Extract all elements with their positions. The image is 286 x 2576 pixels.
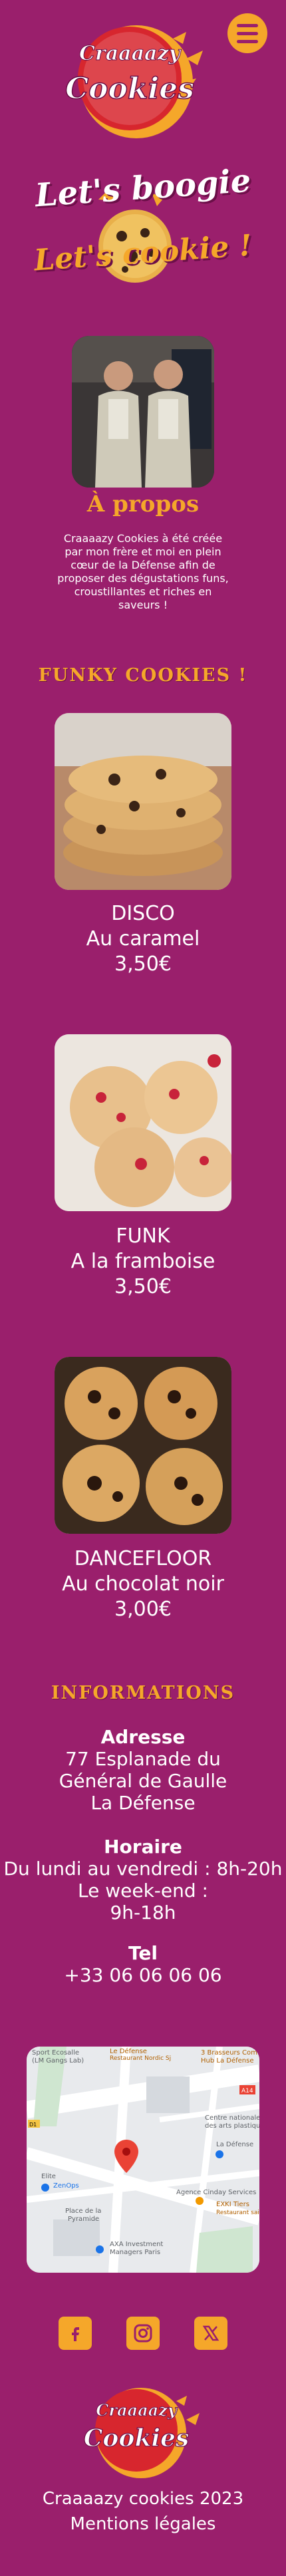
product-name: DANCEFLOOR bbox=[74, 1547, 212, 1570]
product-image-dancefloor bbox=[55, 1357, 231, 1534]
tel-number[interactable]: +33 06 06 06 06 bbox=[0, 1964, 286, 1986]
footer-logo[interactable]: Craaaazy Cookies bbox=[73, 2374, 219, 2484]
map-label: 3 Brasseurs Comm bbox=[201, 2049, 259, 2057]
hours-line: Le week-end : bbox=[78, 1880, 208, 1902]
informations-title: INFORMATIONS bbox=[51, 1683, 235, 1703]
tel-block: Tel +33 06 06 06 06 bbox=[0, 1942, 286, 1986]
map-label: Place de la bbox=[65, 2208, 101, 2215]
address-label: Adresse bbox=[100, 1726, 186, 1748]
product-flavor: Au caramel bbox=[86, 927, 200, 950]
tel-label: Tel bbox=[128, 1942, 158, 1964]
product-card-dancefloor: DANCEFLOOR Au chocolat noir 3,00€ bbox=[0, 1546, 286, 1622]
map-label: La Défense bbox=[216, 2140, 253, 2148]
hamburger-menu-icon[interactable] bbox=[227, 13, 267, 53]
map-label: A14 bbox=[241, 2088, 253, 2094]
map-label: Restaurant Nordic Sj bbox=[110, 2055, 171, 2062]
hours-line: 9h-18h bbox=[110, 1902, 176, 1924]
address-line: Général de Gaulle bbox=[59, 1770, 227, 1792]
logo-text-line1: Craaaazy bbox=[79, 42, 182, 65]
map-label: D1 bbox=[29, 2122, 37, 2128]
map-label: Managers Paris bbox=[110, 2249, 160, 2256]
map-label: Hub La Défense bbox=[201, 2057, 254, 2065]
legal-link[interactable]: Mentions légales bbox=[0, 2513, 286, 2535]
product-flavor: Au chocolat noir bbox=[62, 1572, 224, 1596]
map-label: Le Défense bbox=[110, 2047, 147, 2055]
logo-text-line2: Cookies bbox=[65, 72, 194, 106]
map-label: (LM Gangs Lab) bbox=[32, 2057, 84, 2065]
map-label: Agence Cinday Services bbox=[176, 2189, 256, 2196]
about-photo bbox=[72, 336, 214, 488]
about-title: À propos bbox=[86, 491, 200, 517]
about-text: Craaaazy Cookies à été créée par mon frè… bbox=[57, 532, 229, 611]
hours-label: Horaire bbox=[104, 1836, 182, 1858]
footer-logo-text-line1: Craaaazy bbox=[96, 2400, 178, 2420]
product-card-funk: FUNK A la framboise 3,50€ bbox=[0, 1224, 286, 1300]
map-label: Restaurant sains bbox=[216, 2210, 259, 2216]
product-price: 3,50€ bbox=[114, 1275, 172, 1298]
product-flavor: A la framboise bbox=[71, 1250, 215, 1273]
map-label: Centre nationale bbox=[205, 2114, 259, 2122]
address-block: Adresse 77 Esplanade du Général de Gaull… bbox=[0, 1726, 286, 1814]
logo[interactable]: Craaaazy Cookies bbox=[63, 12, 216, 145]
map-label: Pyramide bbox=[68, 2216, 99, 2223]
product-name: DISCO bbox=[111, 902, 175, 925]
map-label: Elite bbox=[41, 2173, 56, 2180]
location-map[interactable]: Sport Ecosalle (LM Gangs Lab) Le Défense… bbox=[27, 2047, 259, 2273]
product-image-disco bbox=[55, 713, 231, 890]
product-card-disco: DISCO Au caramel 3,50€ bbox=[0, 901, 286, 977]
products-title: FUNKY COOKIES ! bbox=[38, 665, 248, 686]
map-label: ZenOps bbox=[53, 2182, 79, 2190]
product-price: 3,50€ bbox=[114, 952, 172, 976]
footer-logo-text-line2: Cookies bbox=[84, 2424, 189, 2452]
copyright-text: Craaaazy cookies 2023 bbox=[42, 2489, 244, 2509]
hours-block: Horaire Du lundi au vendredi : 8h-20h Le… bbox=[0, 1836, 286, 1924]
address-line: 77 Esplanade du bbox=[65, 1748, 221, 1770]
x-icon[interactable] bbox=[194, 2317, 227, 2350]
facebook-icon[interactable] bbox=[59, 2317, 92, 2350]
address-line: La Défense bbox=[90, 1792, 196, 1814]
map-label: Sport Ecosalle bbox=[32, 2049, 79, 2057]
product-price: 3,00€ bbox=[114, 1598, 172, 1621]
instagram-icon[interactable] bbox=[126, 2317, 160, 2350]
product-image-funk bbox=[55, 1034, 231, 1211]
logo-graphic: Craaaazy Cookies bbox=[65, 25, 203, 138]
product-name: FUNK bbox=[116, 1224, 170, 1248]
map-label: des arts plastiques bbox=[205, 2122, 259, 2130]
map-label: EXKI Tiers bbox=[216, 2201, 249, 2208]
map-label: AXA Investment bbox=[110, 2241, 163, 2248]
hours-line: Du lundi au vendredi : 8h-20h bbox=[3, 1858, 283, 1880]
